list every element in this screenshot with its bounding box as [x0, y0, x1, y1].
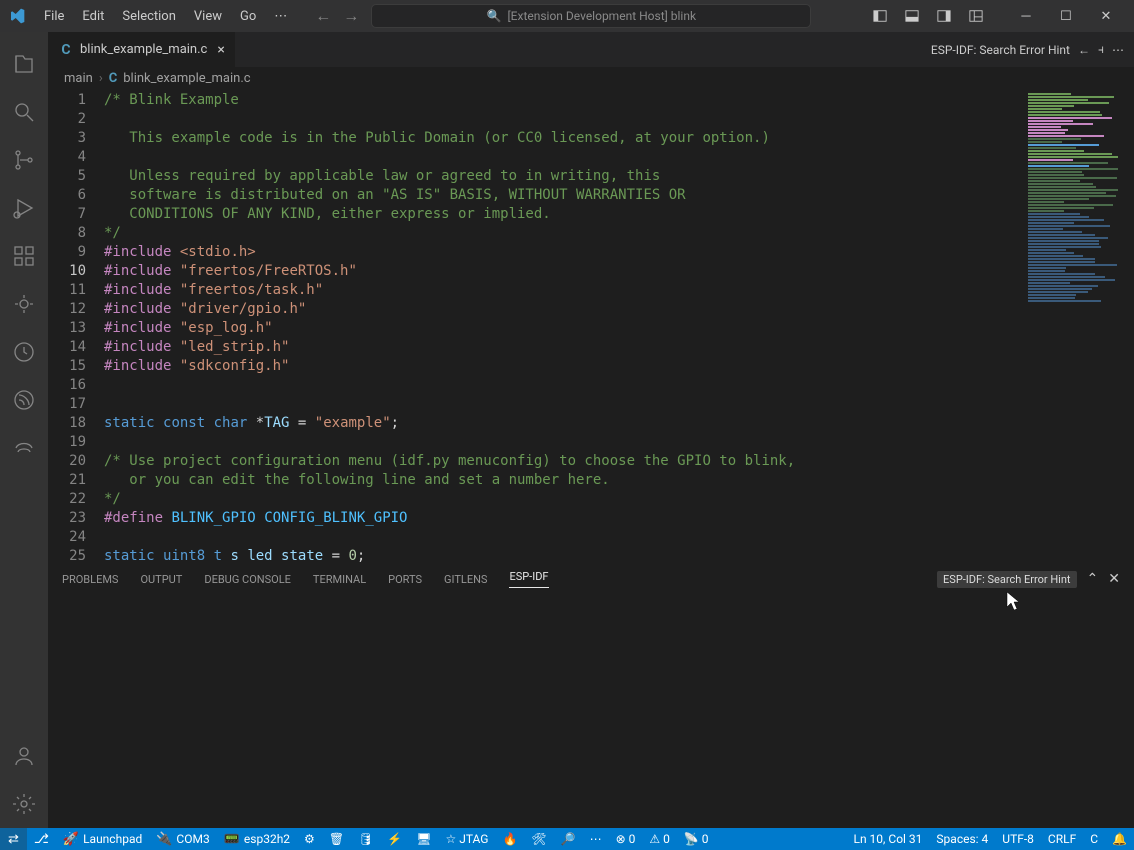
menu-more-icon[interactable]: ⋯ — [266, 5, 295, 28]
window-controls: ─ ☐ ✕ — [1006, 2, 1126, 30]
sb-encoding[interactable]: UTF-8 — [995, 828, 1041, 850]
sb-openocd-icon[interactable]: 🛠 — [524, 828, 553, 850]
panel-tab-terminal[interactable]: TERMINAL — [313, 573, 366, 586]
editor-group: C blink_example_main.c × ESP-IDF: Search… — [48, 32, 1134, 828]
c-file-icon: C — [109, 71, 118, 86]
extensions-icon[interactable] — [0, 232, 48, 280]
search-error-hint-tooltip[interactable]: ESP-IDF: Search Error Hint — [937, 571, 1077, 588]
tab-close-icon[interactable]: × — [217, 42, 224, 58]
tab-blink-example-main[interactable]: C blink_example_main.c × — [48, 32, 236, 67]
sb-language[interactable]: C — [1083, 828, 1105, 850]
menu-file[interactable]: File — [36, 5, 72, 28]
editor-actions: ESP-IDF: Search Error Hint ← ⫞ ⋯ — [921, 32, 1134, 67]
layout-icons — [866, 2, 990, 30]
sb-search-icon[interactable]: 🔎 — [554, 828, 583, 850]
chevron-right-icon: › — [99, 71, 103, 86]
sb-errors[interactable]: ⊗ 0 — [609, 828, 643, 850]
maximize-button[interactable]: ☐ — [1046, 2, 1086, 30]
sb-monitor-icon[interactable]: 🖥 — [409, 828, 438, 850]
panel-tab-output[interactable]: OUTPUT — [140, 573, 182, 586]
minimap[interactable] — [1024, 89, 1134, 562]
panel-tab-problems[interactable]: PROBLEMS — [62, 573, 118, 586]
line-numbers: 1234567891011121314151617181920212223242… — [48, 89, 104, 562]
explorer-icon[interactable] — [0, 40, 48, 88]
split-editor-icon[interactable]: ⫞ — [1098, 42, 1104, 57]
more-actions-icon[interactable]: ⋯ — [1112, 43, 1124, 57]
remote-indicator[interactable]: ⇄ — [0, 828, 27, 850]
sb-build-icon[interactable]: 🛢 — [351, 828, 380, 850]
panel-tabs: PROBLEMS OUTPUT DEBUG CONSOLE TERMINAL P… — [48, 563, 1134, 595]
sb-build-flash-monitor-icon[interactable]: 🔥 — [495, 828, 524, 850]
layout-sidebar-right-icon[interactable] — [930, 2, 958, 30]
panel-content — [48, 595, 1134, 828]
code-area[interactable]: /* Blink Example This example code is in… — [104, 89, 1024, 562]
tab-label: blink_example_main.c — [80, 42, 207, 57]
nav-back-icon[interactable]: ← — [313, 6, 333, 26]
close-panel-icon[interactable]: ✕ — [1108, 571, 1120, 587]
activity-bar — [0, 32, 48, 828]
status-bar: ⇄ ⎇ 🚀Launchpad 🔌COM3 📟esp32h2 ⚙ 🗑 🛢 ⚡ 🖥 … — [0, 828, 1134, 850]
run-debug-icon[interactable] — [0, 184, 48, 232]
close-button[interactable]: ✕ — [1086, 2, 1126, 30]
search-error-hint-action[interactable]: ESP-IDF: Search Error Hint — [931, 43, 1070, 57]
search-icon[interactable] — [0, 88, 48, 136]
menu-bar: File Edit Selection View Go ⋯ — [36, 5, 295, 28]
sb-target[interactable]: 📟esp32h2 — [217, 828, 297, 850]
sb-more-icon[interactable]: ⋯ — [583, 828, 609, 850]
sb-ports[interactable]: 📡 0 — [677, 828, 716, 850]
search-icon: 🔍 — [487, 9, 502, 23]
layout-sidebar-left-icon[interactable] — [866, 2, 894, 30]
tab-bar: C blink_example_main.c × ESP-IDF: Search… — [48, 32, 1134, 67]
vscode-logo-icon — [8, 7, 26, 25]
sb-fullclean-icon[interactable]: 🗑 — [322, 828, 351, 850]
editor[interactable]: 1234567891011121314151617181920212223242… — [48, 89, 1134, 562]
panel: PROBLEMS OUTPUT DEBUG CONSOLE TERMINAL P… — [48, 562, 1134, 828]
menu-view[interactable]: View — [186, 5, 230, 28]
sb-cursor-position[interactable]: Ln 10, Col 31 — [846, 828, 929, 850]
sb-eol[interactable]: CRLF — [1041, 828, 1083, 850]
breadcrumb-main[interactable]: main — [64, 71, 93, 86]
nav-arrows: ← → — [313, 6, 361, 26]
search-text: [Extension Development Host] blink — [507, 9, 696, 23]
breadcrumbs: main › C blink_example_main.c — [48, 67, 1134, 89]
test-icon[interactable] — [0, 328, 48, 376]
sb-jtag[interactable]: ☆ JTAG — [438, 828, 495, 850]
sb-notifications-icon[interactable]: 🔔 — [1105, 828, 1134, 850]
command-center[interactable]: 🔍 [Extension Development Host] blink — [371, 4, 811, 28]
panel-tab-esp-idf[interactable]: ESP-IDF — [509, 570, 548, 588]
nav-forward-icon[interactable]: → — [341, 6, 361, 26]
layout-panel-icon[interactable] — [898, 2, 926, 30]
sb-menuconfig-icon[interactable]: ⚙ — [297, 828, 322, 850]
rainmaker-icon[interactable] — [0, 424, 48, 472]
sb-indentation[interactable]: Spaces: 4 — [929, 828, 995, 850]
source-control-icon[interactable] — [0, 136, 48, 184]
breadcrumb-file[interactable]: blink_example_main.c — [123, 71, 250, 86]
panel-tab-debug-console[interactable]: DEBUG CONSOLE — [204, 573, 291, 586]
menu-selection[interactable]: Selection — [114, 5, 183, 28]
sb-git-branch[interactable]: ⎇ — [27, 828, 56, 850]
titlebar: File Edit Selection View Go ⋯ ← → 🔍 [Ext… — [0, 0, 1134, 32]
sb-com-port[interactable]: 🔌COM3 — [149, 828, 216, 850]
c-file-icon: C — [58, 42, 74, 58]
sb-warnings[interactable]: ⚠ 0 — [642, 828, 676, 850]
minimize-button[interactable]: ─ — [1006, 2, 1046, 30]
menu-edit[interactable]: Edit — [74, 5, 112, 28]
settings-gear-icon[interactable] — [0, 780, 48, 828]
account-icon[interactable] — [0, 732, 48, 780]
menu-go[interactable]: Go — [232, 5, 264, 28]
gitlens-icon[interactable] — [0, 280, 48, 328]
sb-launchpad[interactable]: 🚀Launchpad — [56, 828, 149, 850]
panel-tab-gitlens[interactable]: GITLENS — [444, 573, 487, 586]
sb-flash-icon[interactable]: ⚡ — [380, 828, 409, 850]
panel-tab-ports[interactable]: PORTS — [388, 573, 422, 586]
espressif-icon[interactable] — [0, 376, 48, 424]
chevron-up-icon[interactable]: ⌃ — [1087, 571, 1099, 587]
go-back-icon[interactable]: ← — [1078, 43, 1090, 57]
layout-customize-icon[interactable] — [962, 2, 990, 30]
